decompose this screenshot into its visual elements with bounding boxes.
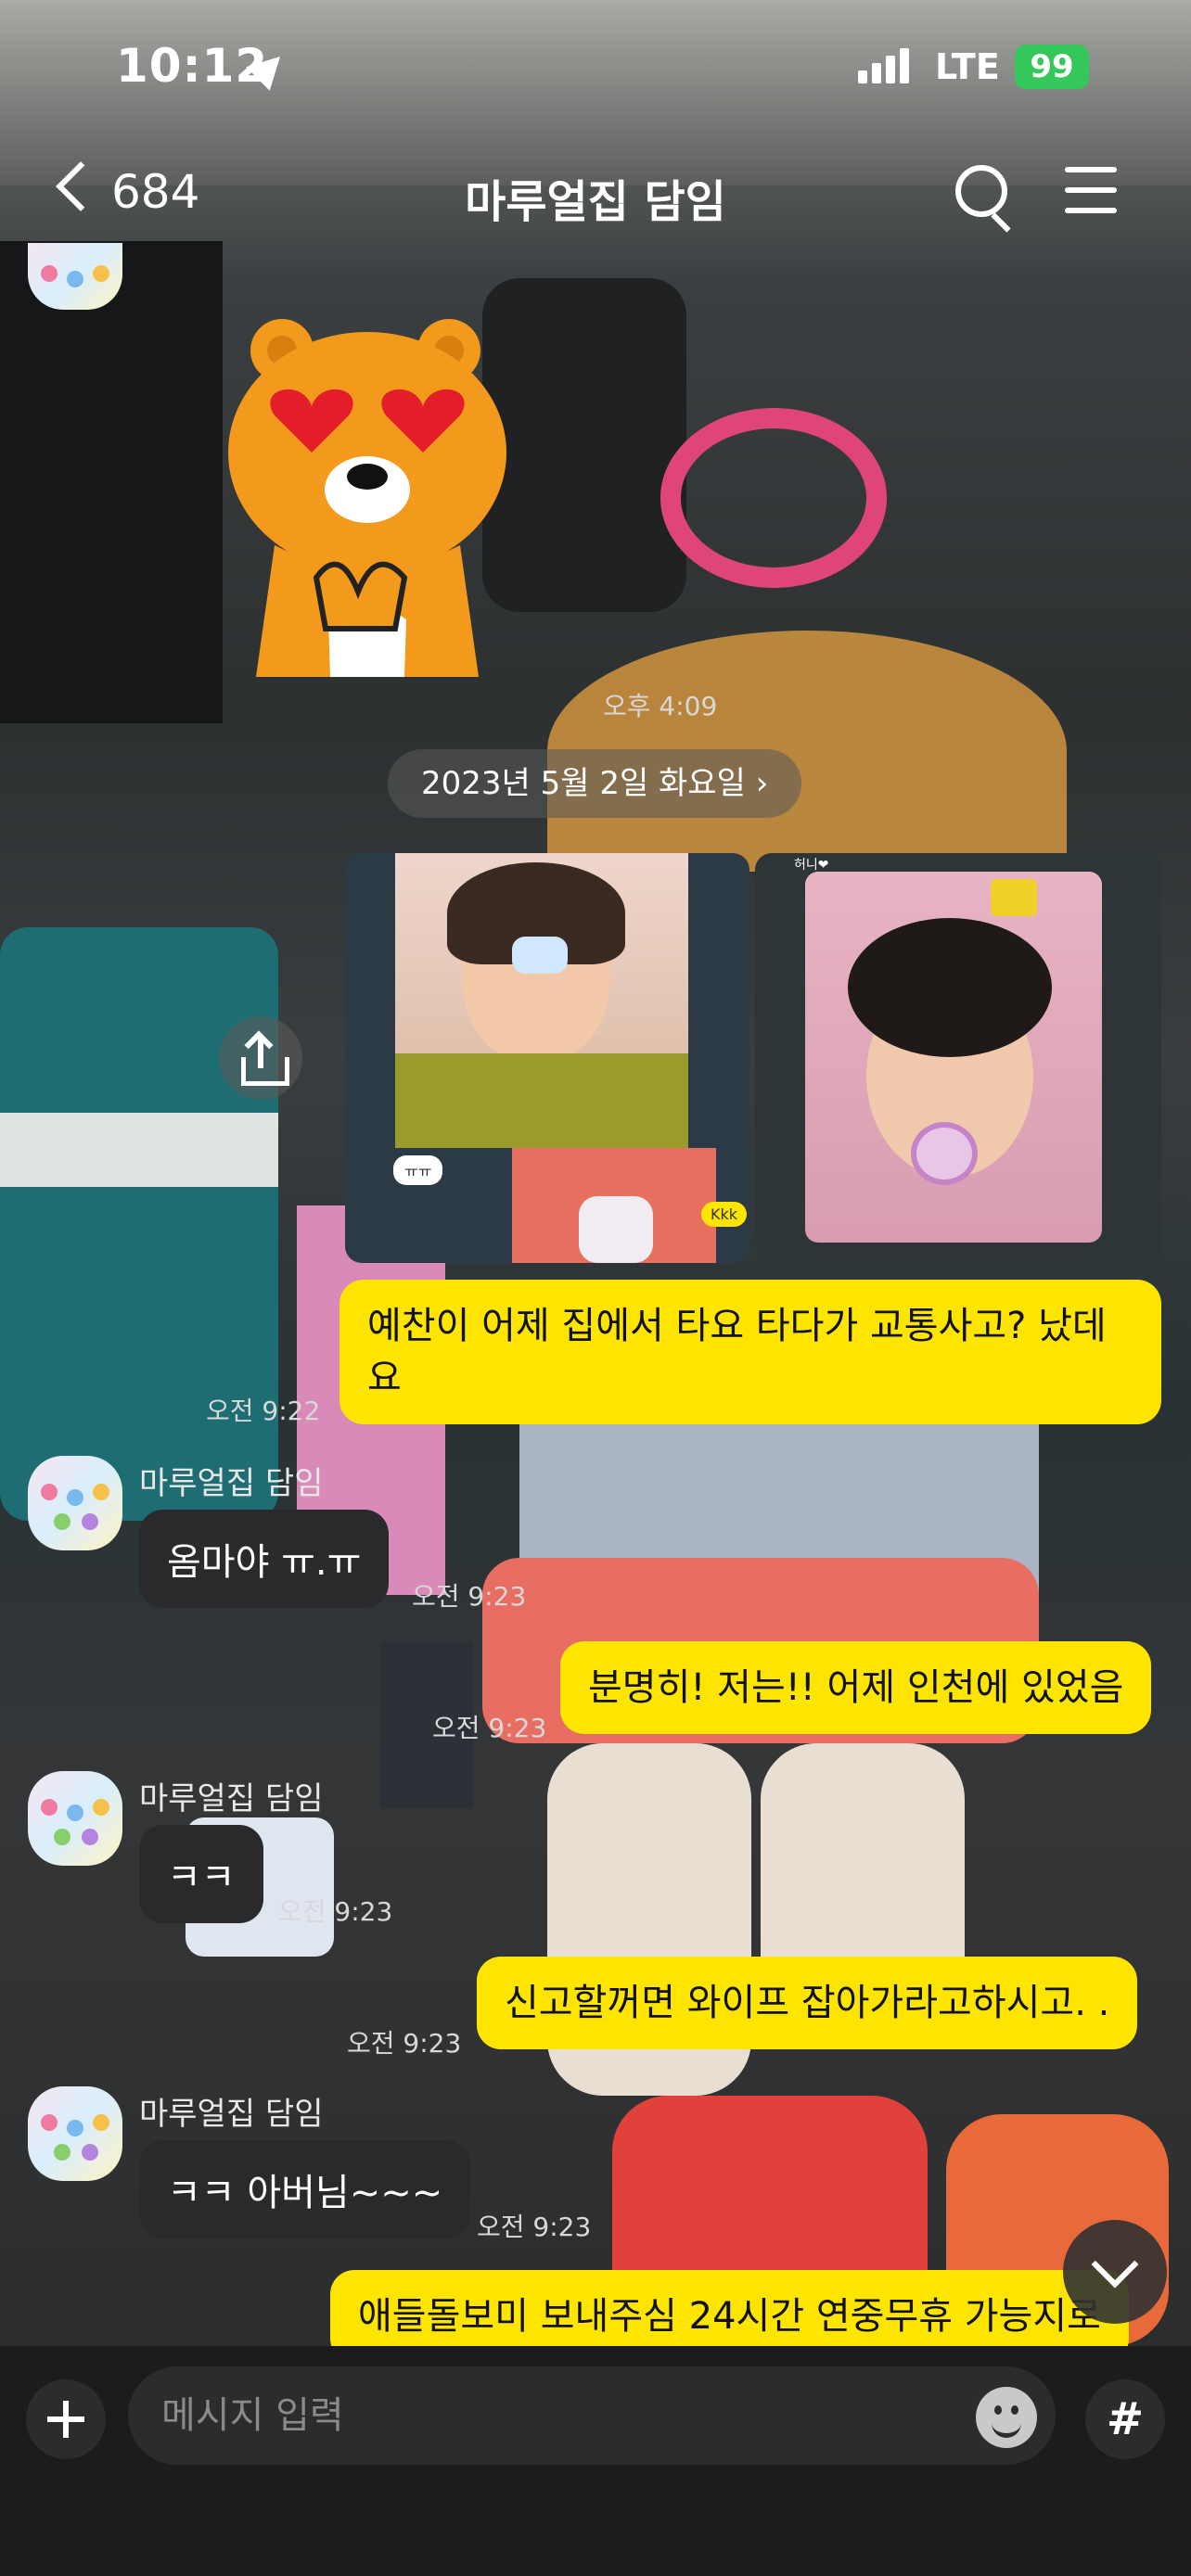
hashtag-search-button[interactable]: # [1085, 2379, 1165, 2459]
message-time: 오전 9:22 [206, 1396, 321, 1426]
message-time: 오전 9:23 [477, 2212, 592, 2242]
scroll-to-bottom-button[interactable] [1063, 2220, 1167, 2324]
message-clip: 애들돌보미 보내주심 24시간 연중무휴 가능지로 [0, 2263, 1191, 2346]
photo-thumbnail[interactable]: ㅠㅠ Kkk [345, 853, 749, 1263]
photo-caption: ㅠㅠ [393, 1155, 443, 1185]
emoji-icon[interactable] [976, 2387, 1037, 2448]
plus-icon[interactable] [26, 2379, 106, 2459]
avatar[interactable] [28, 1771, 122, 1866]
network-type: LTE [935, 46, 1000, 87]
menu-icon[interactable] [1065, 167, 1117, 228]
message-time: 오전 9:23 [278, 1896, 393, 1927]
other-message-bubble[interactable]: ㅋㅋ [139, 1825, 263, 1923]
sender-name: 마루얼집 담임 [139, 2096, 324, 2133]
ryan-sticker [228, 319, 506, 677]
message-input[interactable] [128, 2366, 1056, 2465]
search-icon[interactable] [955, 165, 1007, 217]
message-time: 오후 4:09 [603, 691, 718, 721]
chat-title: 마루얼집 담임 [465, 176, 726, 228]
my-message-bubble[interactable]: 애들돌보미 보내주심 24시간 연중무휴 가능지로 [330, 2270, 1129, 2346]
chat-header: 684 마루얼집 담임 [0, 148, 1191, 241]
message-time: 오전 9:23 [432, 1713, 547, 1743]
avatar[interactable] [28, 1456, 122, 1550]
battery-indicator: 99 [1015, 45, 1089, 89]
date-divider[interactable]: 2023년 5월 2일 화요일 › [388, 749, 802, 818]
photo-caption: Kkk [701, 1202, 748, 1227]
message-time: 오전 9:23 [347, 2028, 462, 2059]
share-button[interactable] [219, 1016, 302, 1100]
sender-name: 마루얼집 담임 [139, 1780, 324, 1817]
message-input-bar: # [0, 2346, 1191, 2576]
avatar[interactable] [28, 243, 122, 310]
my-message-bubble[interactable]: 예찬이 어제 집에서 타요 타다가 교통사고? 났데요 [339, 1280, 1161, 1424]
other-message-bubble[interactable]: ㅋㅋ 아버님~~~ [139, 2140, 471, 2238]
status-bar: 10:12 LTE 99 [0, 0, 1191, 139]
other-message-bubble[interactable]: 옴마야 ㅠ.ㅠ [139, 1510, 390, 1608]
my-message-bubble[interactable]: 신고할꺼면 와이프 잡아가라고하시고. . [477, 1957, 1138, 2049]
photo-thumbnail[interactable]: 허니❤ [755, 853, 1161, 1263]
avatar[interactable] [28, 2086, 122, 2181]
my-message-bubble[interactable]: 분명히! 저는!! 어제 인천에 있었음 [560, 1641, 1152, 1734]
status-time: 10:12 [116, 39, 269, 93]
signal-icon [858, 48, 914, 83]
message-time: 오전 9:23 [412, 1581, 527, 1612]
sender-name: 마루얼집 담임 [139, 1465, 324, 1502]
photo-sender: 허니❤ [794, 858, 829, 873]
